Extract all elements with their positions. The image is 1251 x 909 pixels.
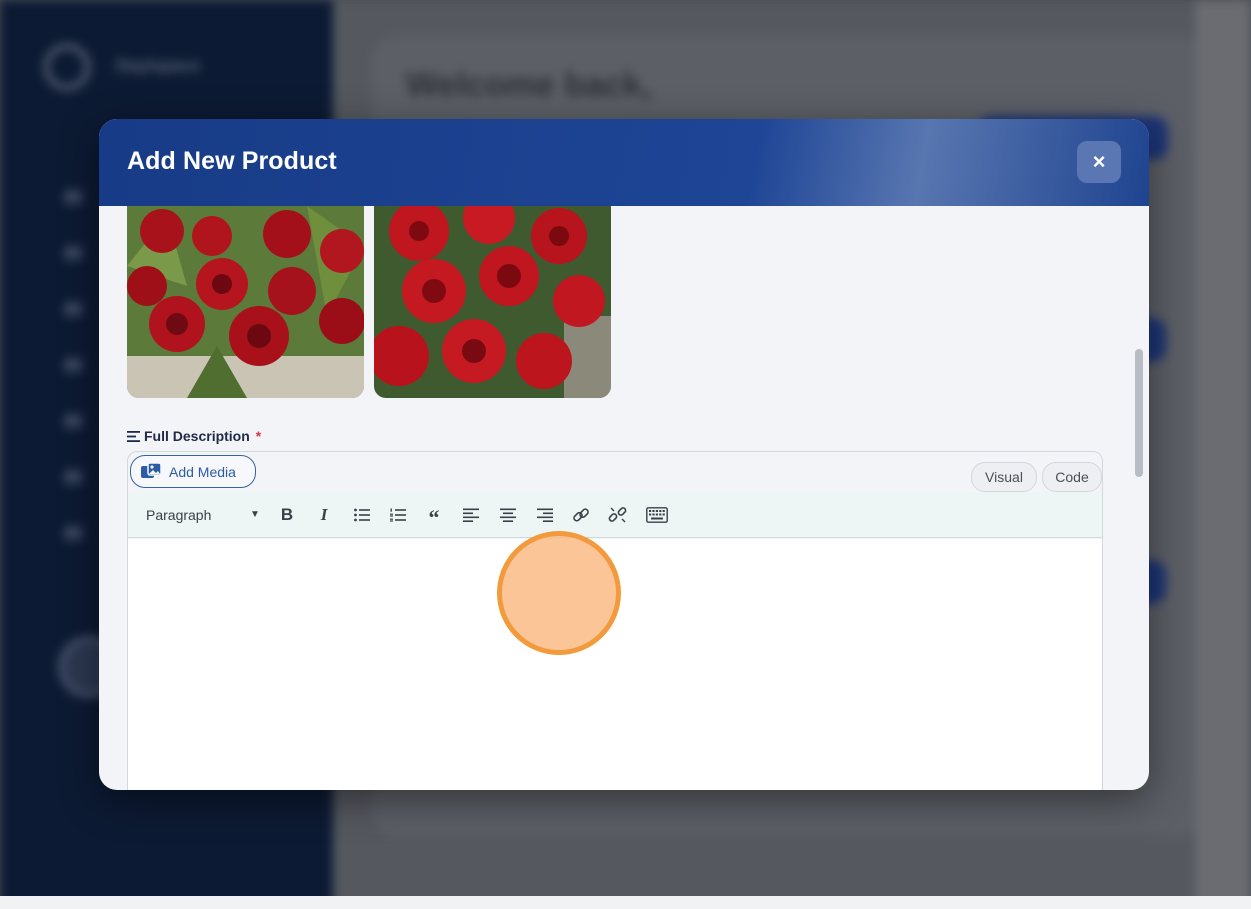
product-image-1[interactable]: [127, 206, 364, 398]
modal-scrollbar-thumb[interactable]: [1135, 349, 1143, 477]
italic-icon: I: [320, 505, 328, 524]
keyboard-icon: [646, 507, 668, 523]
unlink-icon: [608, 507, 627, 523]
blockquote-button[interactable]: “: [421, 501, 447, 530]
align-right-icon: [537, 508, 553, 522]
align-left-button[interactable]: [458, 501, 484, 529]
modal-title: Add New Product: [127, 147, 337, 175]
background-nav-icon: [64, 470, 82, 484]
full-description-label: Full Description *: [127, 428, 261, 444]
tab-code[interactable]: Code: [1042, 462, 1102, 492]
numbered-list-icon: [390, 508, 406, 522]
background-nav-icon: [64, 526, 82, 540]
link-icon: [573, 508, 589, 522]
red-roses-photo: [374, 206, 611, 398]
close-button[interactable]: ×: [1077, 141, 1121, 183]
italic-button[interactable]: I: [311, 501, 337, 529]
background-nav-icon: [64, 246, 82, 260]
numbered-list-button[interactable]: [385, 501, 411, 529]
required-marker: *: [255, 428, 262, 444]
modal-header: Add New Product ×: [99, 119, 1149, 206]
insert-link-button[interactable]: [568, 501, 594, 529]
align-lines-icon: [127, 430, 140, 442]
remove-link-button[interactable]: [605, 501, 631, 529]
align-left-icon: [463, 508, 479, 522]
blockquote-icon: “: [428, 505, 440, 530]
bullet-list-icon: [354, 508, 370, 522]
add-media-label: Add Media: [169, 463, 236, 480]
full-description-text: Full Description: [144, 428, 250, 444]
background-welcome-heading: Welcome back,: [406, 66, 652, 104]
background-logo-icon: [44, 44, 90, 90]
background-brand: Daylspace: [116, 56, 201, 75]
align-center-button[interactable]: [495, 501, 521, 529]
close-icon: ×: [1092, 149, 1106, 174]
red-rose-bouquet-photo: [127, 206, 364, 398]
add-media-icon: [141, 462, 161, 478]
description-content-area[interactable]: [128, 539, 1102, 790]
align-right-button[interactable]: [532, 501, 558, 529]
tab-visual[interactable]: Visual: [971, 462, 1037, 492]
product-image-2[interactable]: [374, 206, 611, 398]
add-product-modal: Add New Product × Full Description * Add…: [99, 119, 1149, 790]
caret-down-icon: ▼: [250, 509, 260, 520]
background-bottom-bar: [0, 896, 1251, 909]
background-nav-icon: [64, 190, 82, 204]
description-editor: Add Media Visual Code Paragraph ▼ B I “: [127, 451, 1103, 790]
toolbar-toggle-button[interactable]: [644, 501, 670, 529]
format-select-value: Paragraph: [146, 507, 212, 523]
bold-button[interactable]: B: [274, 501, 300, 529]
background-nav-icon: [64, 414, 82, 428]
align-center-icon: [500, 508, 516, 522]
background-nav-icon: [64, 302, 82, 316]
format-select[interactable]: Paragraph ▼: [134, 500, 270, 530]
background-right-strip: [1195, 0, 1251, 909]
modal-body: Full Description * Add Media Visual Code…: [99, 206, 1149, 790]
bold-icon: B: [280, 505, 294, 524]
editor-toolbar: Paragraph ▼ B I “: [128, 492, 1102, 538]
add-media-button[interactable]: Add Media: [130, 455, 256, 488]
background-nav-icon: [64, 358, 82, 372]
bullet-list-button[interactable]: [349, 501, 375, 529]
